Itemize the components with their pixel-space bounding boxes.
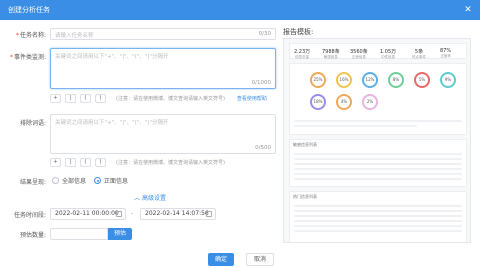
estimate-button[interactable]: 预估 [108,228,132,240]
task-name-input[interactable]: 请输入任务名称 0/30 [50,28,276,40]
task-name-counter: 0/30 [258,31,271,37]
exclude-words-label: 排除词语: [19,120,46,127]
exclude-words-row: 排除词语: 关键词之间请用以下"+"、"|"、"("、")"分隔开 0/500 … [0,114,280,170]
preview-stat: 1.05万 中性信息 [380,49,397,59]
preview-stat: 5条 热点事件 [412,49,426,59]
range-separator: - [131,210,134,217]
preview-ring: 2% [362,94,378,110]
report-template-preview[interactable]: 2.23万 信息总量 7988条 敏感信息 3560条 正面信息 1.05万 中性信息 … [283,38,471,243]
preview-stat: 87% 正面率 [440,48,452,58]
preview-row [294,215,462,217]
exclude-words-placeholder: 关键词之间请用以下"+"、"|"、"("、")"分隔开 [55,120,169,126]
operator-plus-button[interactable]: + [50,94,61,103]
preview-row [294,220,462,222]
preview-ring: 9% [440,72,456,88]
task-name-placeholder: 请输入任务名称 [55,33,94,39]
qty-label: 预估数量: [19,232,46,239]
qty-row: 预估数量: 预估 [0,228,280,240]
radio-all-info[interactable]: 全部信息 [52,176,86,185]
dialog-title: 创建分析任务 [8,6,50,14]
operator-or-button[interactable]: | [65,158,76,167]
operator-plus-button[interactable]: + [50,158,61,167]
preview-table-2-title: 热门信息列表 [293,194,317,199]
end-date-input[interactable]: 2022-02-14 14:07:56 [140,208,216,220]
start-date-input[interactable]: 2022-02-11 00:00:00 [50,208,126,220]
preview-row [294,178,462,180]
chevron-up-icon: ︿ [134,195,141,202]
time-range-label: 任务时间段: [13,212,46,219]
preview-row [294,153,462,155]
preview-table-2: 热门信息列表 [289,191,467,242]
operator-rparen-button[interactable]: ) [95,158,106,167]
preview-circles-card: 25% 16% 12% 8% 5% 9% 18% 4% 2% [289,63,467,135]
preview-ring: 16% [336,72,352,88]
preview-row [294,173,462,175]
operator-lparen-button[interactable]: ( [80,94,91,103]
preview-ring: 12% [362,72,378,88]
exclude-operator-bar: + | ( ) (注意：请在使用微博、博文查询请输入英文符号) [50,158,225,167]
task-name-row: *任务名称: 请输入任务名称 0/30 [0,28,280,40]
event-query-hint: (注意：请在使用微博、博文查询请输入英文符号) [116,96,225,102]
preview-stat: 3560条 正面信息 [350,49,368,59]
preview-ring: 25% [310,72,326,88]
radio-dot-selected [94,177,102,184]
preview-stats-card: 2.23万 信息总量 7988条 敏感信息 3560条 正面信息 1.05万 中性信息 … [289,43,467,59]
close-icon[interactable]: ✕ [462,0,474,20]
exclude-words-textarea[interactable]: 关键词之间请用以下"+"、"|"、"("、")"分隔开 0/500 [50,114,276,154]
radio-dot [52,177,59,184]
info-type-row: 结果呈现: 全部信息 正面信息 [0,176,280,186]
radio-positive-info[interactable]: 正面信息 [94,176,128,185]
preview-ring: 5% [414,72,430,88]
dialog-title-bar: 创建分析任务 ✕ [0,0,480,20]
exclude-words-hint: (注意：请在使用微博、博文查询请输入英文符号) [116,160,225,166]
preview-ring: 8% [388,72,404,88]
info-type-group: 全部信息 正面信息 [52,176,136,185]
cancel-button[interactable]: 取消 [246,253,274,266]
exclude-words-counter: 0/500 [255,145,271,151]
preview-row [294,205,462,207]
preview-text-line [294,120,462,122]
preview-title: 报告模板: [283,28,314,36]
operator-rparen-button[interactable]: ) [95,94,106,103]
advanced-settings-link[interactable]: ︿ 高级设置 [134,193,166,202]
info-type-label: 结果呈现: [19,179,46,186]
help-link[interactable]: 查看使用帮助 [237,95,267,102]
preview-text-line [294,125,418,127]
qty-input[interactable] [50,228,108,240]
event-operator-bar: + | ( ) (注意：请在使用微博、博文查询请输入英文符号) 查看使用帮助 [50,94,267,103]
preview-ring: 4% [336,94,352,110]
event-query-placeholder: 关键词之间请用以下"+"、"|"、"("、")"分隔开 [55,54,169,60]
preview-row [294,163,462,165]
time-range-row: 任务时间段: 2022-02-11 00:00:00 - 2022-02-14 … [0,208,280,220]
preview-row [294,210,462,212]
calendar-icon [116,211,122,217]
confirm-button[interactable]: 确定 [208,253,234,266]
preview-ring: 18% [310,94,326,110]
preview-row [294,158,462,160]
preview-stat: 2.23万 信息总量 [294,49,311,59]
operator-or-button[interactable]: | [65,94,76,103]
event-query-row: *事件类监测: 关键词之间请用以下"+"、"|"、"("、")"分隔开 0/10… [0,48,280,106]
preview-row [294,230,462,232]
preview-table-1: 敏感信息列表 [289,139,467,187]
operator-lparen-button[interactable]: ( [80,158,91,167]
calendar-icon [206,211,212,217]
event-query-textarea[interactable]: 关键词之间请用以下"+"、"|"、"("、")"分隔开 0/1000 [50,48,276,89]
preview-row [294,225,462,227]
event-query-counter: 0/1000 [251,80,271,86]
preview-row [294,168,462,170]
task-name-label: *任务名称: [15,32,46,39]
event-query-label: *事件类监测: [9,54,46,61]
preview-stat: 7988条 敏感信息 [322,49,340,59]
preview-table-1-title: 敏感信息列表 [293,142,317,147]
